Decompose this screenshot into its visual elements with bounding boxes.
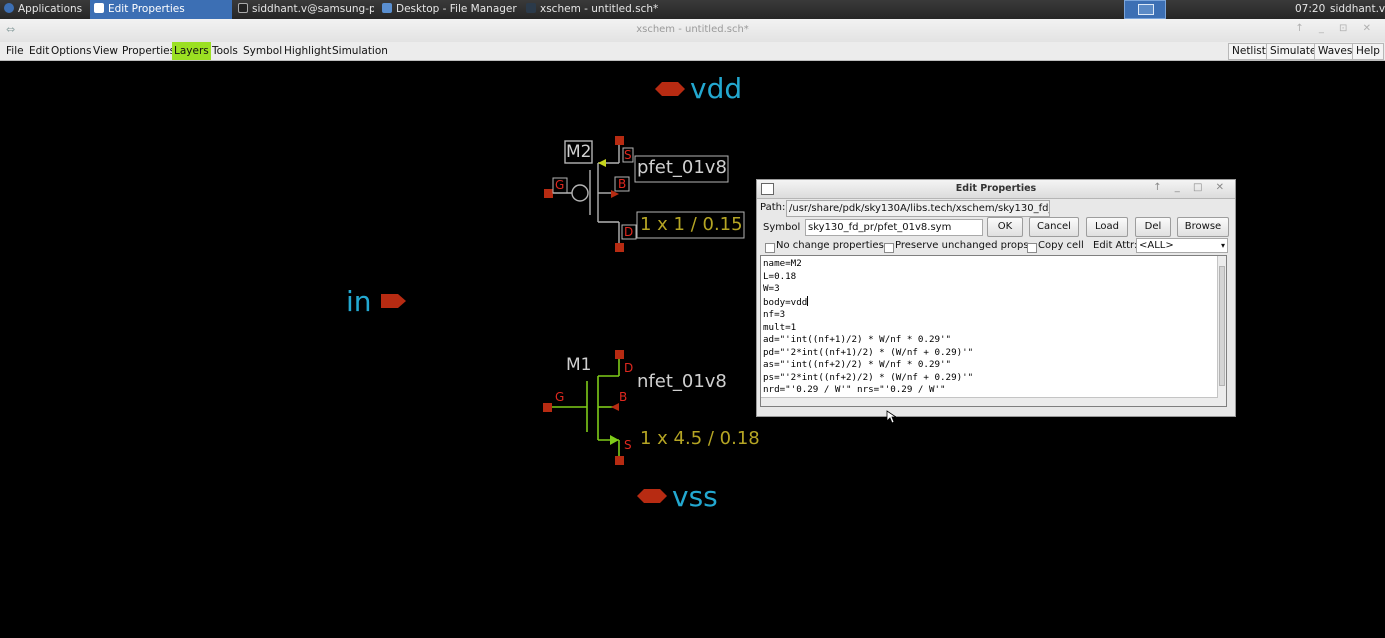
path-field[interactable]: /usr/share/pdk/sky130A/libs.tech/xschem/… xyxy=(786,200,1050,217)
cancel-button[interactable]: Cancel xyxy=(1029,217,1079,237)
copy-cell-checkbox[interactable] xyxy=(1027,243,1037,253)
m2-pin-b-label: B xyxy=(618,177,627,191)
properties-text-after-caret: nf=3 mult=1 ad="'int((nf+1)/2) * W/nf * … xyxy=(763,309,974,406)
m1-pin-d[interactable] xyxy=(615,350,624,359)
m2-pin-d-label: D xyxy=(624,225,634,239)
ok-button[interactable]: OK xyxy=(987,217,1023,237)
m2-pin-s[interactable] xyxy=(615,136,624,145)
symbol-label: Symbol xyxy=(763,222,801,233)
no-change-checkbox[interactable] xyxy=(765,243,775,253)
mouse-pointer-icon xyxy=(886,410,896,424)
scrollbar-thumb[interactable] xyxy=(1219,266,1225,386)
del-button[interactable]: Del xyxy=(1135,217,1171,237)
vertical-scrollbar[interactable] xyxy=(1217,256,1226,406)
m1-pin-b-label: B xyxy=(619,390,628,404)
in-label: in xyxy=(346,285,372,318)
text-cursor xyxy=(807,295,809,306)
m1-pin-s[interactable] xyxy=(615,456,624,465)
horizontal-scrollbar[interactable] xyxy=(761,397,1218,406)
preserve-checkbox[interactable] xyxy=(884,243,894,253)
m1-pin-g-label: G xyxy=(555,390,565,404)
m2-size: 1 x 1 / 0.15 xyxy=(640,214,743,235)
properties-text-before-caret: name=M2 L=0.18 W=3 body=vdd xyxy=(763,258,808,308)
edit-attr-select[interactable]: <ALL> ▾ xyxy=(1136,238,1228,253)
path-label: Path: xyxy=(760,202,786,213)
vss-pin-shape[interactable] xyxy=(637,489,667,503)
vdd-pin-shape[interactable] xyxy=(655,82,685,96)
dialog-window-controls-icon[interactable]: ↑ _ □ ✕ xyxy=(1153,182,1229,193)
properties-textarea[interactable]: name=M2 L=0.18 W=3 body=vdd nf=3 mult=1 … xyxy=(760,255,1227,407)
m2-name: M2 xyxy=(566,142,592,162)
chevron-down-icon: ▾ xyxy=(1220,241,1225,250)
m2-model: pfet_01v8 xyxy=(637,157,727,178)
edit-properties-dialog[interactable]: Edit Properties ↑ _ □ ✕ Path: /usr/share… xyxy=(756,179,1236,417)
edit-attr-value: <ALL> xyxy=(1139,240,1174,251)
m1-pin-s-label: S xyxy=(624,438,632,452)
browse-button[interactable]: Browse xyxy=(1177,217,1229,237)
m1-size: 1 x 4.5 / 0.18 xyxy=(640,428,760,449)
no-change-label: No change properties xyxy=(776,240,884,251)
m1-pin-d-label: D xyxy=(624,361,634,375)
vss-label: vss xyxy=(672,480,718,513)
copy-cell-label: Copy cell xyxy=(1038,240,1084,251)
preserve-label: Preserve unchanged props xyxy=(895,240,1029,251)
m1-pin-g[interactable] xyxy=(543,403,552,412)
edit-attr-label: Edit Attr: xyxy=(1093,240,1138,251)
vdd-label: vdd xyxy=(690,72,743,105)
m2-pin-g-label: G xyxy=(555,178,565,192)
dialog-titlebar[interactable]: Edit Properties ↑ _ □ ✕ xyxy=(757,180,1235,199)
load-button[interactable]: Load xyxy=(1086,217,1128,237)
m1-model: nfet_01v8 xyxy=(637,371,727,392)
symbol-input[interactable]: sky130_fd_pr/pfet_01v8.sym xyxy=(805,219,983,236)
m1-name: M1 xyxy=(566,355,592,375)
m2-pin-s-label: S xyxy=(624,148,632,162)
m2-pin-d[interactable] xyxy=(615,243,624,252)
m2-pin-g[interactable] xyxy=(544,189,553,198)
in-pin-shape[interactable] xyxy=(381,294,406,308)
